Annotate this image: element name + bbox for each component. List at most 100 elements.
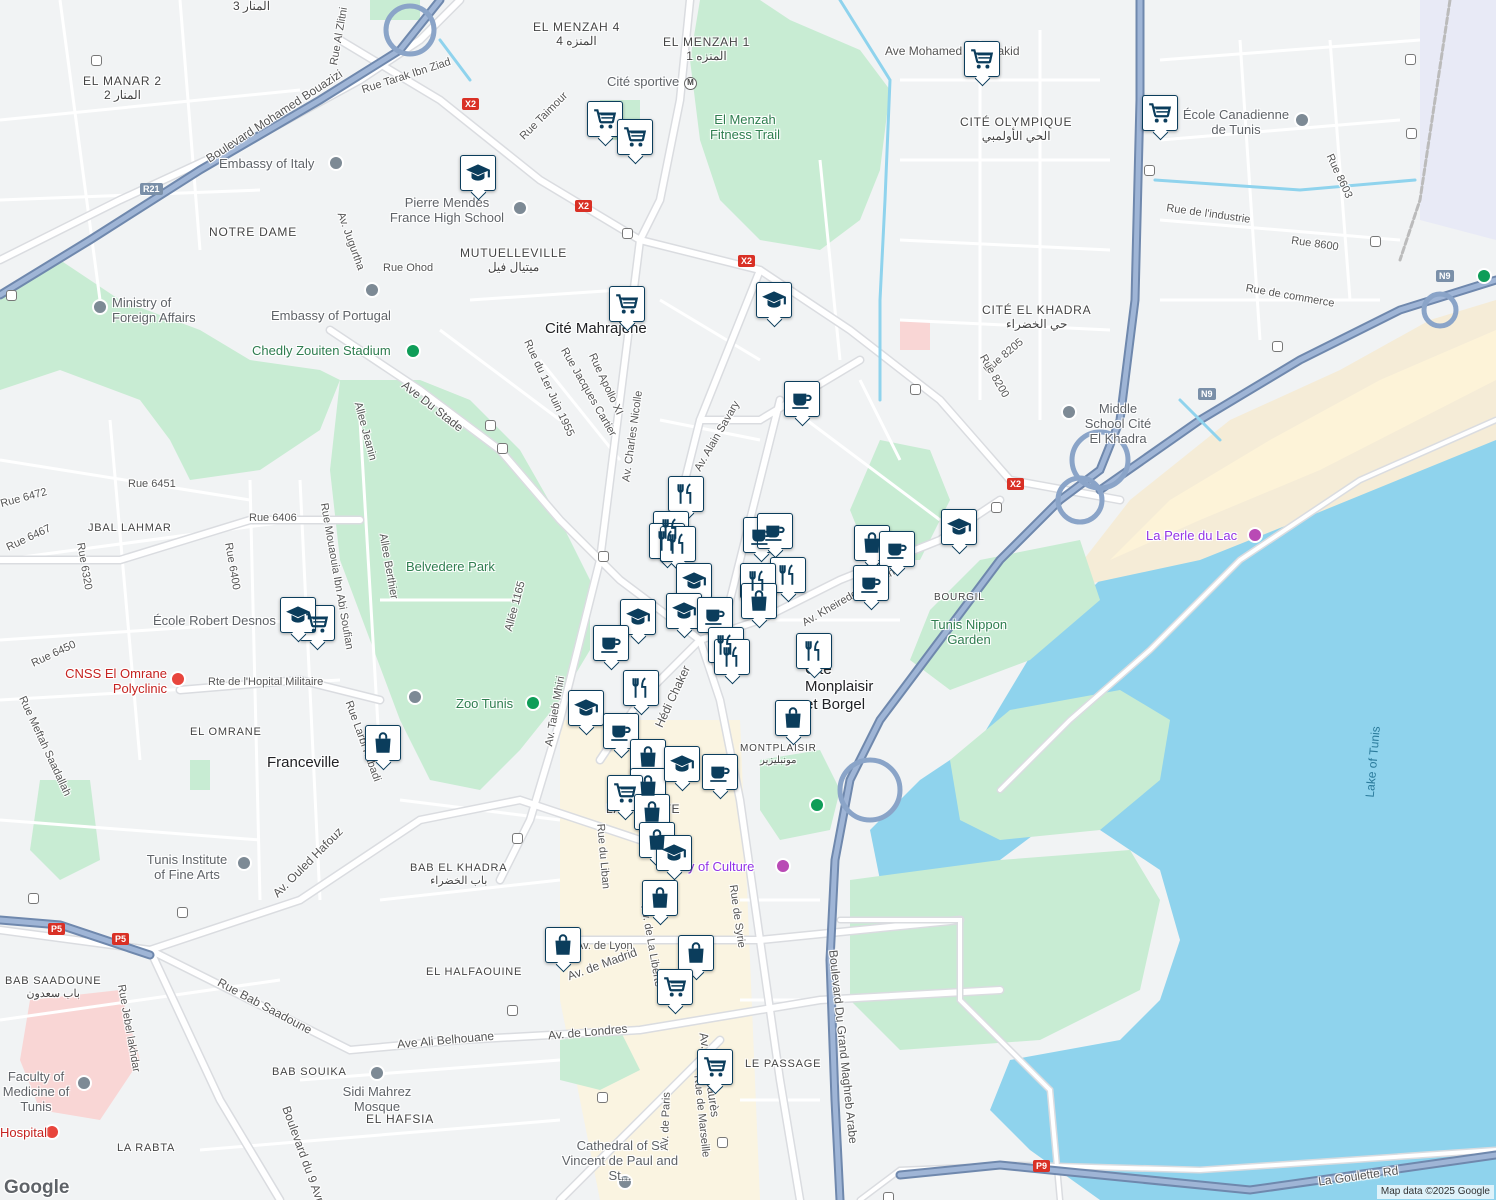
poi-label[interactable]: Ministry of Foreign Affairs (112, 295, 212, 326)
cafe-marker[interactable] (702, 754, 738, 790)
embassy-icon[interactable] (364, 282, 380, 298)
poi-label[interactable]: Embassy of Portugal (271, 308, 391, 324)
shopping-cart-icon (969, 46, 995, 72)
restaurant-marker[interactable] (668, 476, 704, 512)
hospital-icon[interactable] (170, 671, 186, 687)
school-marker[interactable] (280, 597, 316, 633)
school-icon[interactable] (236, 855, 252, 871)
poi-label[interactable]: Pierre Mendès France High School (384, 195, 510, 226)
school-marker[interactable] (676, 563, 712, 599)
cafe-marker[interactable] (603, 713, 639, 749)
bus-stop-icon[interactable] (512, 833, 523, 844)
cafe-marker[interactable] (697, 597, 733, 633)
restaurant-marker[interactable] (623, 670, 659, 706)
bus-stop-icon[interactable] (991, 502, 1002, 513)
bus-stop-icon[interactable] (883, 1192, 894, 1200)
cafe-marker[interactable] (784, 381, 820, 417)
poi-label[interactable]: Cité sportive (607, 74, 679, 90)
poi-label[interactable]: Chedly Zouiten Stadium (252, 343, 391, 359)
restaurant-marker[interactable] (796, 633, 832, 669)
school-icon[interactable] (1061, 404, 1077, 420)
poi-label[interactable]: Embassy of Italy (219, 156, 314, 172)
park-icon[interactable] (809, 797, 825, 813)
shopping-cart-marker[interactable] (617, 119, 653, 155)
poi-label[interactable]: Belvedere Park (406, 559, 495, 575)
mosque-icon[interactable] (369, 1065, 385, 1081)
shopping-bag-marker[interactable] (741, 583, 777, 619)
restaurant-marker[interactable] (770, 557, 806, 593)
school-marker[interactable] (568, 690, 604, 726)
school-marker[interactable] (664, 746, 700, 782)
bus-stop-icon[interactable] (1144, 165, 1155, 176)
poi-label[interactable]: Zoo Tunis (456, 696, 513, 712)
bus-stop-icon[interactable] (910, 384, 921, 395)
stadium-icon[interactable] (405, 343, 421, 359)
school-icon[interactable] (407, 689, 423, 705)
school-icon[interactable] (512, 200, 528, 216)
bus-stop-icon[interactable] (497, 443, 508, 454)
school-marker[interactable] (656, 835, 692, 871)
bus-stop-icon[interactable] (717, 1137, 728, 1148)
attraction-icon[interactable] (775, 858, 791, 874)
shopping-cart-marker[interactable] (657, 969, 693, 1005)
government-icon[interactable] (92, 299, 108, 315)
bus-stop-icon[interactable] (1272, 341, 1283, 352)
school-marker[interactable] (460, 155, 496, 191)
shopping-bag-marker[interactable] (365, 725, 401, 761)
bus-stop-icon[interactable] (1406, 128, 1417, 139)
shopping-cart-marker[interactable] (1142, 95, 1178, 131)
poi-label[interactable]: Hospital (0, 1125, 47, 1141)
poi-label[interactable]: École Canadienne de Tunis (1176, 107, 1296, 138)
bus-stop-icon[interactable] (507, 1005, 518, 1016)
cafe-marker[interactable] (593, 625, 629, 661)
shopping-cart-marker[interactable] (607, 775, 643, 811)
cafe-marker[interactable] (853, 565, 889, 601)
metro-station-icon[interactable]: M (684, 77, 697, 90)
poi-label[interactable]: Middle School Cité El Khadra (1082, 401, 1154, 447)
bus-stop-icon[interactable] (597, 1092, 608, 1103)
embassy-icon[interactable] (328, 155, 344, 171)
map-canvas[interactable]: X2 X2 X2 X2 P5 P5 P9 R21 N9 N9 M EL MENZ… (0, 0, 1496, 1200)
school-marker[interactable] (620, 599, 656, 635)
poi-label[interactable]: École Robert Desnos (153, 613, 276, 629)
bus-stop-icon[interactable] (485, 420, 496, 431)
bus-stop-icon[interactable] (1370, 236, 1381, 247)
poi-label[interactable]: Faculty of Medicine of Tunis (0, 1069, 72, 1115)
bus-stop-icon[interactable] (622, 228, 633, 239)
cafe-marker[interactable] (879, 531, 915, 567)
shopping-cart-marker[interactable] (609, 286, 645, 322)
cafe-marker[interactable] (757, 513, 793, 549)
shopping-cart-marker[interactable] (587, 101, 623, 137)
bus-stop-icon[interactable] (598, 551, 609, 562)
zoo-icon[interactable] (525, 695, 541, 711)
bus-stop-icon[interactable] (6, 290, 17, 301)
poi-label[interactable]: Tunis Institute of Fine Arts (140, 852, 234, 883)
poi-label[interactable]: CNSS El Omrane Polyclinic (61, 666, 167, 697)
poi-label[interactable]: Tunis Nippon Garden (925, 617, 1013, 648)
restaurant-marker[interactable] (714, 639, 750, 675)
shopping-bag-marker[interactable] (642, 880, 678, 916)
bus-stop-icon[interactable] (28, 893, 39, 904)
shopping-bag-marker[interactable] (630, 739, 666, 775)
attraction-icon[interactable] (1247, 527, 1263, 543)
bus-stop-icon[interactable] (91, 55, 102, 66)
bus-stop-icon[interactable] (1405, 54, 1416, 65)
school-icon[interactable] (1294, 112, 1310, 128)
poi-label[interactable]: La Perle du Lac (1146, 528, 1237, 544)
shopping-cart-marker[interactable] (964, 41, 1000, 77)
shopping-cart-marker[interactable] (697, 1049, 733, 1085)
bus-stop-icon[interactable] (177, 907, 188, 918)
park-icon[interactable] (1476, 268, 1492, 284)
shopping-bag-marker[interactable] (634, 794, 670, 830)
shopping-bag-marker[interactable] (775, 700, 811, 736)
poi-label[interactable]: Sidi Mahrez Mosque (318, 1084, 436, 1115)
route-badge: N9 (1198, 388, 1216, 400)
poi-label[interactable]: El Menzah Fitness Trail (707, 112, 783, 143)
school-icon[interactable] (76, 1075, 92, 1091)
shopping-bag-marker[interactable] (545, 927, 581, 963)
school-marker[interactable] (941, 509, 977, 545)
restaurant-marker[interactable] (660, 526, 696, 562)
school-marker[interactable] (756, 282, 792, 318)
school-marker[interactable] (666, 593, 702, 629)
shopping-bag-marker[interactable] (678, 935, 714, 971)
